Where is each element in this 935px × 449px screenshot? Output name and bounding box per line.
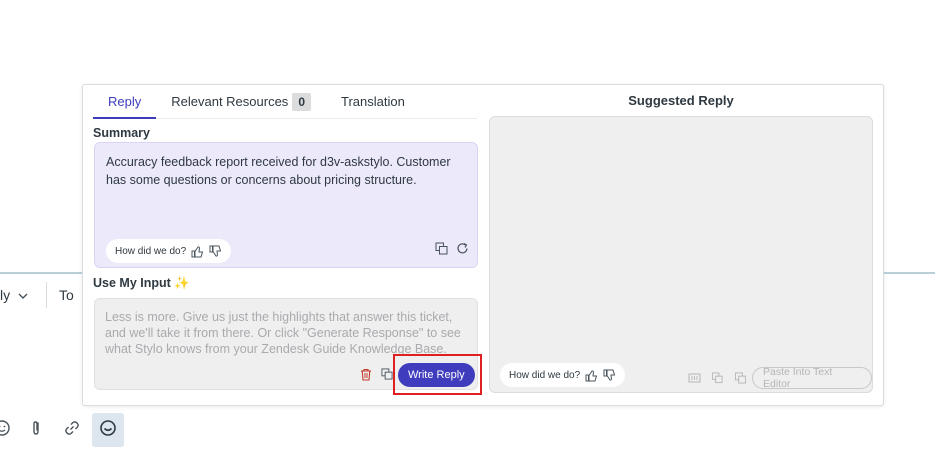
copy-icon[interactable] xyxy=(734,372,747,384)
link-button[interactable] xyxy=(56,413,88,447)
user-input-placeholder: Less is more. Give us just the highlight… xyxy=(105,310,461,356)
thumbs-up-icon[interactable] xyxy=(585,369,598,382)
chevron-down-icon xyxy=(18,287,28,303)
stylo-panel: Reply Relevant Resources 0 Translation S… xyxy=(82,84,884,406)
summary-actions xyxy=(435,242,469,255)
tab-bar: Reply Relevant Resources 0 Translation xyxy=(93,85,477,119)
tab-reply-label: Reply xyxy=(108,94,142,109)
smile-icon xyxy=(99,419,117,442)
summary-card: Accuracy feedback report received for d3… xyxy=(94,142,478,268)
insert-icon[interactable] xyxy=(688,372,701,384)
summary-heading: Summary xyxy=(93,126,150,140)
resources-count-badge: 0 xyxy=(292,92,311,111)
paperclip-icon xyxy=(27,419,45,442)
use-my-input-heading: Use My Input ✨ xyxy=(93,276,190,290)
duplicate-icon[interactable] xyxy=(711,372,724,384)
emoji-button[interactable] xyxy=(0,413,18,447)
left-column: Reply Relevant Resources 0 Translation S… xyxy=(83,85,483,405)
emoji-icon xyxy=(0,419,11,442)
reply-type-label: ly xyxy=(0,287,11,303)
right-column: Suggested Reply How did we do? Paste Int… xyxy=(483,85,885,405)
link-icon xyxy=(63,419,81,442)
thumbs-down-icon[interactable] xyxy=(209,245,222,258)
write-reply-button[interactable]: Write Reply xyxy=(398,363,475,387)
tab-relevant-resources[interactable]: Relevant Resources 0 xyxy=(156,85,326,118)
copy-icon[interactable] xyxy=(435,242,448,255)
composer-toolbar xyxy=(0,413,140,447)
tab-translation-label: Translation xyxy=(341,94,405,109)
tab-reply[interactable]: Reply xyxy=(93,85,157,119)
thumbs-down-icon[interactable] xyxy=(603,369,616,382)
suggested-reply-heading: Suggested Reply xyxy=(628,93,734,108)
reply-type-dropdown[interactable]: ly xyxy=(0,287,28,303)
suggested-feedback-pill: How did we do? xyxy=(500,363,626,387)
summary-text: Accuracy feedback report received for d3… xyxy=(106,155,451,187)
summary-feedback-pill: How did we do? xyxy=(106,239,232,263)
copy-input-icon[interactable] xyxy=(381,368,393,380)
toolbar-separator xyxy=(46,282,47,308)
summary-feedback-prompt: How did we do? xyxy=(115,245,187,257)
tab-relevant-resources-label: Relevant Resources xyxy=(171,94,289,109)
trash-icon[interactable] xyxy=(360,368,372,381)
suggested-reply-area[interactable]: How did we do? Paste Into Text Editor xyxy=(489,116,873,393)
to-label: To xyxy=(59,287,74,303)
paste-into-text-editor-button[interactable]: Paste Into Text Editor xyxy=(752,366,872,390)
tab-translation[interactable]: Translation xyxy=(326,85,420,118)
suggested-feedback-prompt: How did we do? xyxy=(509,369,581,381)
attach-button[interactable] xyxy=(20,413,52,447)
refresh-icon[interactable] xyxy=(456,242,469,255)
suggested-actions xyxy=(688,372,747,384)
thumbs-up-icon[interactable] xyxy=(191,245,204,258)
stylo-app-button[interactable] xyxy=(92,413,124,447)
